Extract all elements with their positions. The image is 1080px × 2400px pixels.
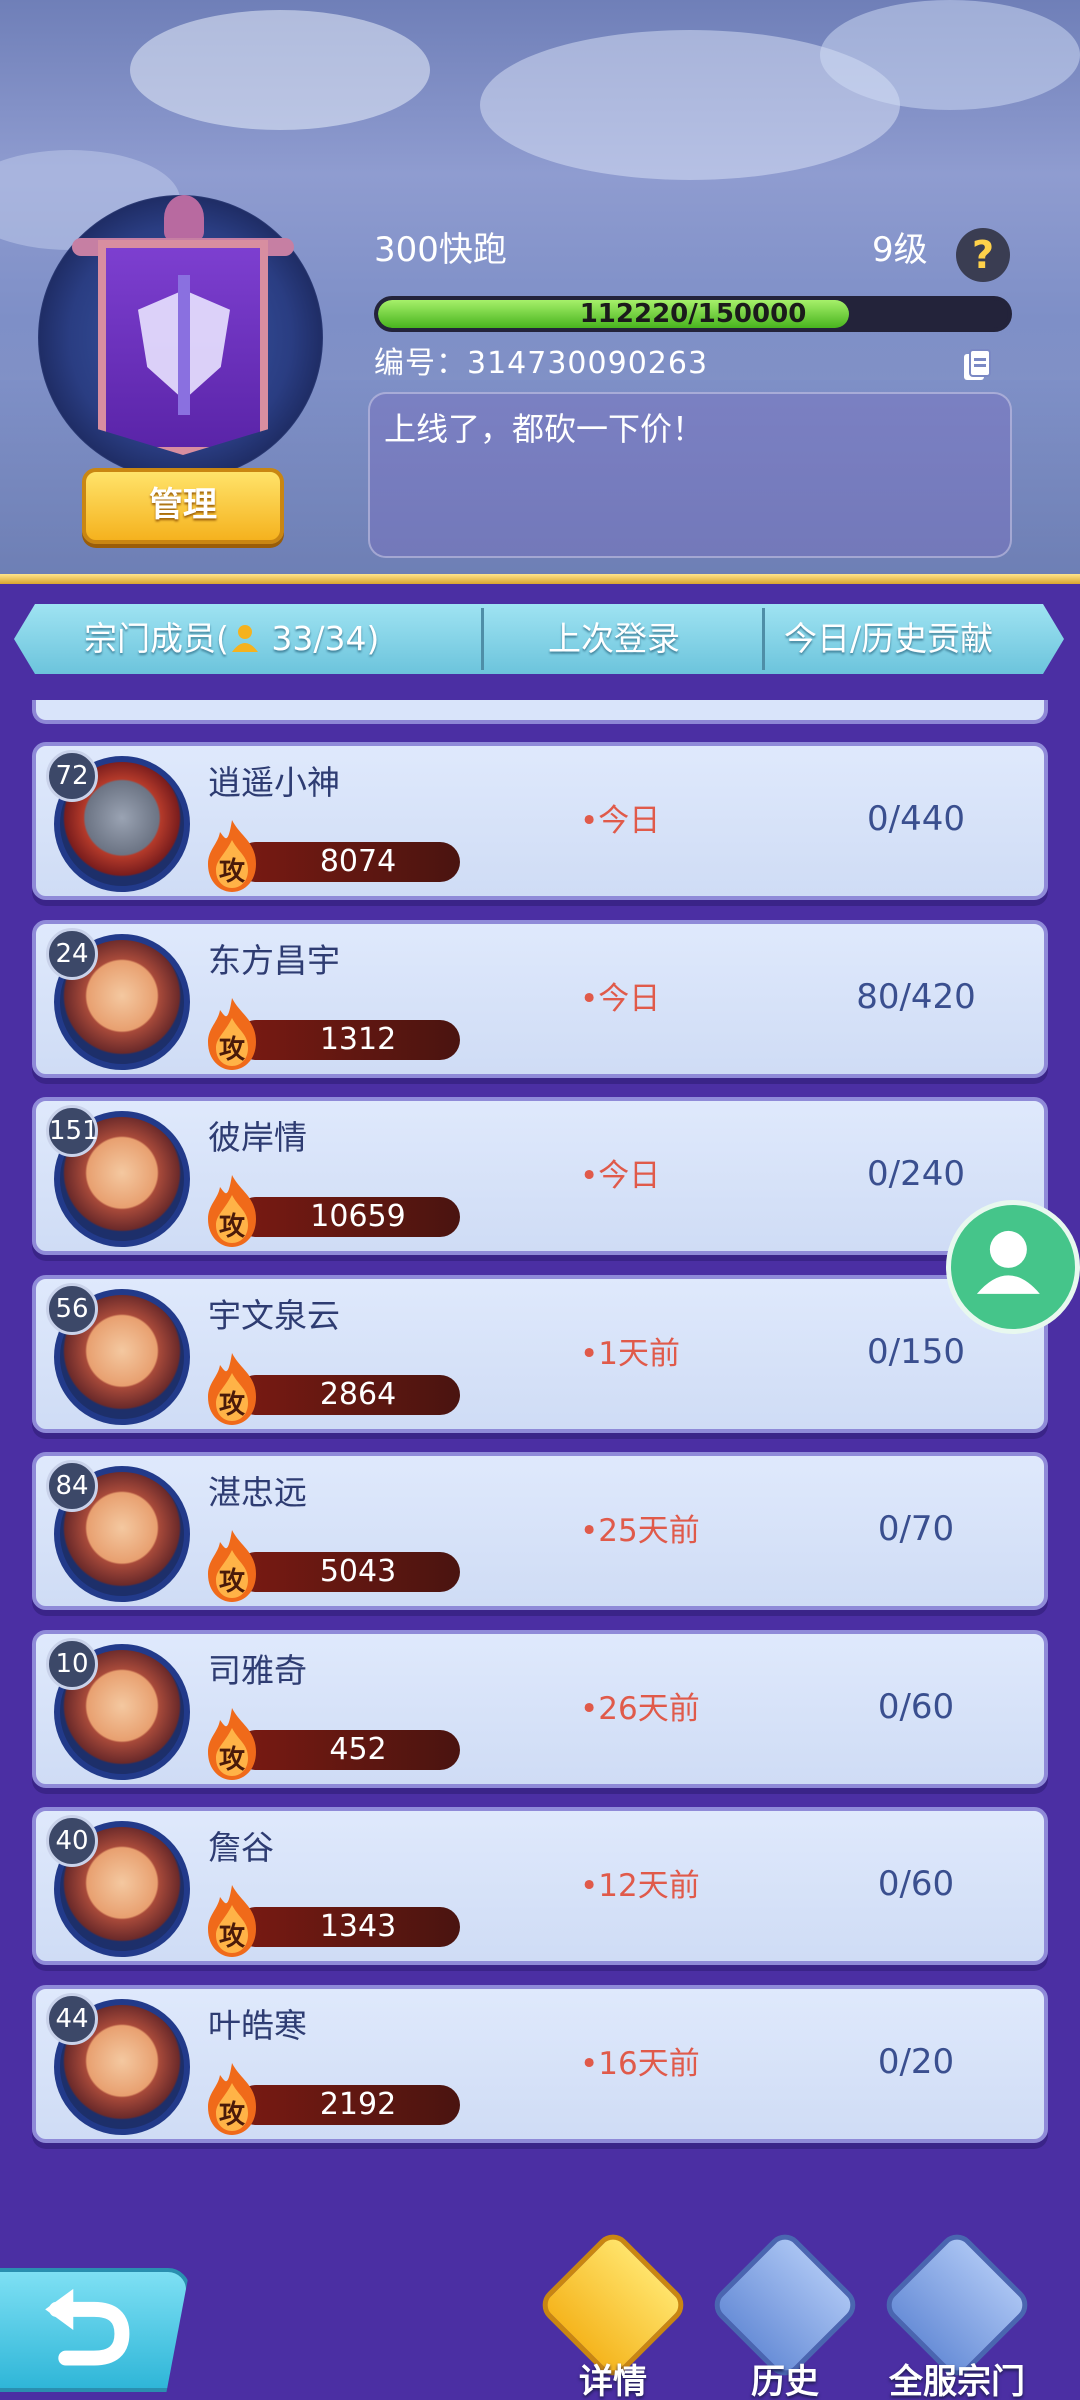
- member-contribution: 0/70: [877, 1509, 955, 1549]
- banner-finial: [164, 195, 204, 241]
- guild-notice-text: 上线了，都砍一下价！: [384, 410, 705, 448]
- nav-label: 详情: [579, 2362, 647, 2400]
- member-list[interactable]: 72 逍遥小神攻 8074 •今日 0/440 24 东方昌宇攻 1312 •今日 80/420 1…: [32, 700, 1048, 2168]
- fire-icon: 攻: [208, 1530, 256, 1602]
- member-contribution: 0/20: [877, 2041, 955, 2082]
- member-last-login: •今日: [580, 980, 661, 1017]
- nav-button-details[interactable]: 详情: [535, 2227, 691, 2400]
- member-level-badge: 151: [46, 1105, 99, 1157]
- member-level-badge: 56: [46, 1282, 98, 1335]
- contribution-column-label: 今日/历史贡献: [784, 619, 994, 658]
- member-name: 逍遥小神: [208, 763, 340, 802]
- member-last-login: •1天前: [580, 1335, 681, 1372]
- list-item[interactable]: 56 宇文泉云攻 2864 •1天前 0/150: [32, 1274, 1048, 1433]
- member-contribution: 0/60: [877, 1864, 955, 1904]
- manage-button[interactable]: 管理: [82, 468, 284, 544]
- member-last-login: •16天前: [580, 2045, 700, 2082]
- member-name: 宇文泉云: [208, 1295, 340, 1335]
- member-contribution: 0/60: [877, 1686, 955, 1727]
- member-level-badge: 72: [46, 750, 98, 802]
- fire-icon: 攻: [208, 1352, 256, 1425]
- member-name: 詹谷: [208, 1828, 274, 1867]
- list-item[interactable]: 151 彼岸情攻 10659 •今日 0/240: [32, 1097, 1048, 1255]
- power-badge-text: 攻: [219, 2100, 246, 2130]
- fire-icon: 攻: [208, 1707, 256, 1780]
- member-last-login: •今日: [580, 1158, 661, 1194]
- member-level-badge: 24: [46, 927, 98, 980]
- contact-floating-button[interactable]: [946, 1200, 1080, 1334]
- person-icon: [231, 625, 258, 652]
- member-name: 叶皓寒: [208, 2005, 307, 2045]
- power-badge-text: 攻: [219, 1567, 246, 1597]
- member-last-login: •26天前: [580, 1690, 700, 1727]
- help-icon[interactable]: ?: [956, 228, 1010, 282]
- member-power: 1343: [319, 1909, 397, 1944]
- members-column-label: 宗门成员( 33/34): [84, 604, 379, 674]
- list-item[interactable]: 44 叶皓寒攻 2192 •16天前 0/20: [32, 1984, 1048, 2143]
- member-power: 2192: [319, 2086, 397, 2122]
- cloud: [820, 0, 1080, 110]
- list-item[interactable]: 10 司雅奇攻 452 •26天前 0/60: [32, 1629, 1048, 1788]
- return-arrow-icon: [45, 2288, 130, 2366]
- member-power: 2864: [319, 1376, 397, 1412]
- nav-button-all-server-guilds[interactable]: 全服宗门: [879, 2227, 1035, 2400]
- member-level-badge: 40: [46, 1815, 98, 1867]
- back-button[interactable]: [0, 2268, 190, 2392]
- member-level-badge: 84: [46, 1460, 98, 1512]
- sword-icon: [178, 275, 190, 415]
- member-last-login: •12天前: [580, 1868, 700, 1904]
- member-contribution: 80/420: [856, 976, 976, 1017]
- power-badge-text: 攻: [219, 1922, 246, 1952]
- copy-icon[interactable]: [962, 348, 992, 384]
- power-badge-text: 攻: [219, 1745, 246, 1775]
- user-icon: [976, 1230, 1040, 1294]
- power-badge-text: 攻: [219, 857, 246, 887]
- member-last-login: •今日: [580, 803, 661, 839]
- member-power: 452: [329, 1731, 387, 1767]
- list-item[interactable]: 84 湛忠远攻 5043 •25天前 0/70: [32, 1452, 1048, 1610]
- member-power: 5043: [319, 1554, 397, 1589]
- member-level-badge: 10: [46, 1637, 98, 1690]
- member-power: 10659: [310, 1199, 406, 1234]
- member-name: 东方昌宇: [208, 940, 340, 980]
- member-last-login: •25天前: [580, 1513, 700, 1549]
- guild-name: 300快跑: [374, 230, 507, 270]
- fire-icon: 攻: [208, 1885, 256, 1957]
- member-contribution: 0/440: [867, 799, 965, 839]
- guild-xp-text: 112220/150000: [579, 299, 807, 329]
- column-divider: [481, 608, 484, 670]
- guild-level: 9级: [872, 230, 928, 270]
- divider: [0, 574, 1080, 584]
- member-name: 湛忠远: [208, 1473, 307, 1512]
- fire-icon: 攻: [208, 2062, 256, 2135]
- fire-icon: 攻: [208, 1175, 256, 1247]
- member-name: 司雅奇: [208, 1650, 307, 1690]
- members-label: 宗门成员(: [84, 619, 229, 658]
- member-power: 8074: [319, 844, 397, 879]
- nav-button-history[interactable]: 历史: [707, 2227, 863, 2400]
- member-level-badge: 44: [46, 1992, 98, 2045]
- power-badge-text: 攻: [219, 1390, 246, 1420]
- list-item[interactable]: 72 逍遥小神攻 8074 •今日 0/440: [32, 742, 1048, 900]
- fire-icon: 攻: [208, 820, 256, 892]
- last-login-column-label: 上次登录: [548, 619, 680, 658]
- member-power: 1312: [319, 1021, 397, 1057]
- cloud: [130, 10, 430, 130]
- fire-icon: 攻: [208, 997, 256, 1070]
- power-badge-text: 攻: [219, 1035, 246, 1065]
- power-badge-text: 攻: [219, 1212, 246, 1242]
- members-count: 33/34): [271, 619, 380, 658]
- nav-label: 历史: [751, 2362, 819, 2400]
- list-item-partial: [32, 700, 1048, 724]
- column-divider: [762, 608, 765, 670]
- nav-label: 全服宗门: [889, 2362, 1025, 2400]
- guild-id: 编号：314730090263: [374, 346, 709, 381]
- list-item[interactable]: 40 詹谷攻 1343 •12天前 0/60: [32, 1807, 1048, 1965]
- member-name: 彼岸情: [208, 1118, 307, 1157]
- list-item[interactable]: 24 东方昌宇攻 1312 •今日 80/420: [32, 919, 1048, 1078]
